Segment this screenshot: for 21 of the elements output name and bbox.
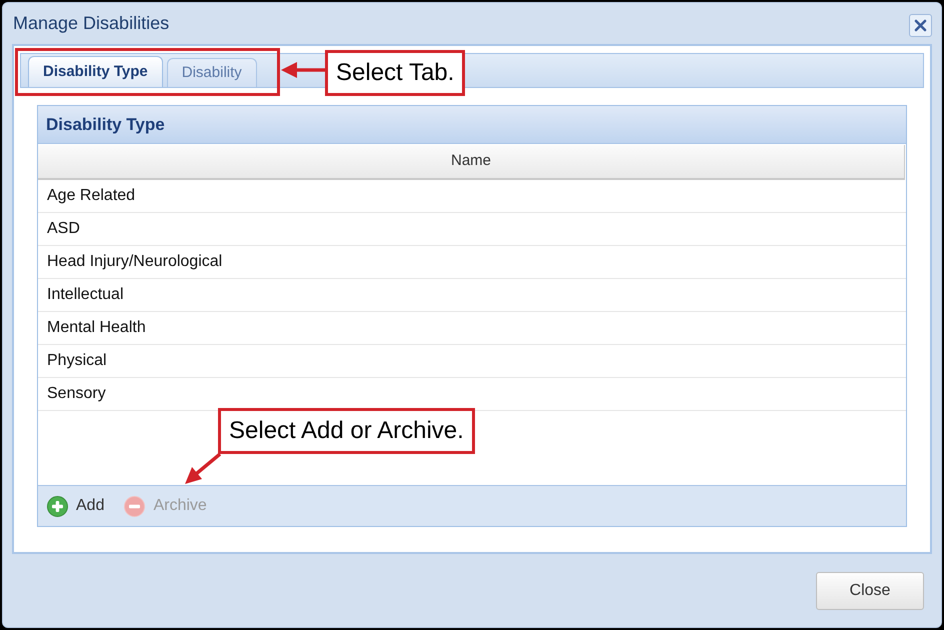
plus-icon <box>47 496 68 516</box>
tab[interactable]: Disability <box>166 58 257 87</box>
table-row[interactable]: Intellectual <box>38 279 906 312</box>
table-row[interactable]: ASD <box>38 213 906 246</box>
table-row[interactable]: Physical <box>38 345 906 378</box>
close-button[interactable]: Close <box>816 572 924 610</box>
close-icon <box>914 19 927 32</box>
callout-arrow <box>281 62 326 78</box>
callout-arrow <box>184 453 221 485</box>
minus-icon <box>124 496 146 516</box>
column-header[interactable]: Name <box>38 145 905 180</box>
table-row[interactable]: Age Related <box>38 180 906 213</box>
close-button[interactable] <box>909 14 932 37</box>
callout: Select Tab. <box>325 50 466 96</box>
add-button[interactable]: Add <box>47 494 104 518</box>
tab[interactable]: Disability Type <box>28 56 163 87</box>
table-row[interactable]: Head Injury/Neurological <box>38 246 906 279</box>
callout: Select Add or Archive. <box>218 408 475 454</box>
window-title: Manage Disabilities <box>13 12 170 35</box>
table-row[interactable]: Mental Health <box>38 312 906 345</box>
panel-header: Disability Type <box>38 106 906 144</box>
